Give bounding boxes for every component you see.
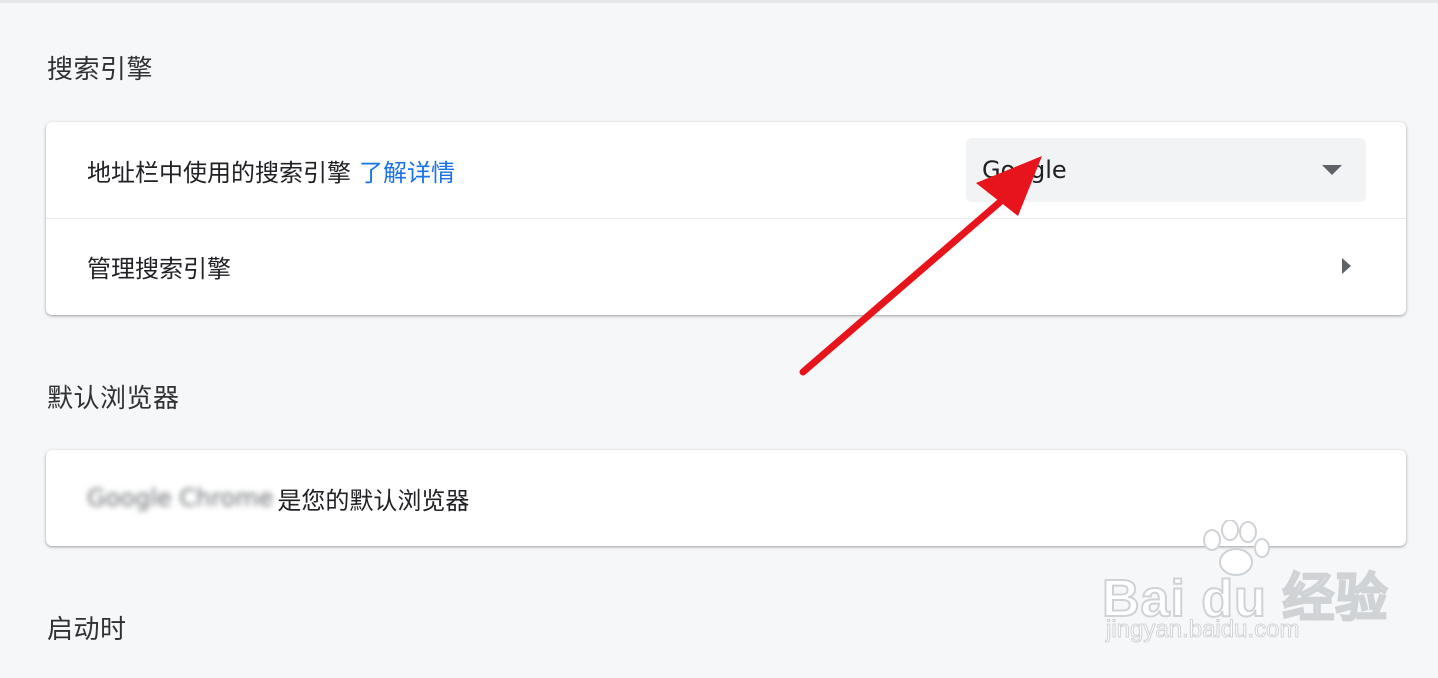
watermark: Bai du 经验 jingyan.baidu.com — [1100, 520, 1388, 650]
section-title-default-browser: 默认浏览器 — [47, 384, 180, 414]
search-engine-selected-value: Google — [982, 156, 1067, 184]
watermark-url: jingyan.baidu.com — [1105, 616, 1300, 644]
address-bar-search-engine-row: 地址栏中使用的搜索引擎 了解详情 Google — [46, 122, 1406, 218]
browser-name-blurred: Google Chrome — [87, 484, 274, 512]
caret-down-icon — [1322, 165, 1342, 175]
search-engine-select[interactable]: Google — [966, 138, 1366, 202]
top-divider — [0, 0, 1438, 3]
search-engine-card: 地址栏中使用的搜索引擎 了解详情 Google 管理搜索引擎 — [46, 122, 1406, 315]
address-bar-search-engine-label: 地址栏中使用的搜索引擎 — [87, 158, 351, 187]
default-browser-status: 是您的默认浏览器 — [277, 486, 470, 515]
learn-more-link[interactable]: 了解详情 — [359, 153, 455, 188]
manage-search-engines-row[interactable]: 管理搜索引擎 — [46, 218, 1406, 314]
chevron-right-icon — [1342, 258, 1351, 274]
section-title-search-engine: 搜索引擎 — [47, 55, 154, 85]
section-title-on-startup: 启动时 — [47, 615, 127, 645]
manage-search-engines-label: 管理搜索引擎 — [87, 255, 231, 283]
